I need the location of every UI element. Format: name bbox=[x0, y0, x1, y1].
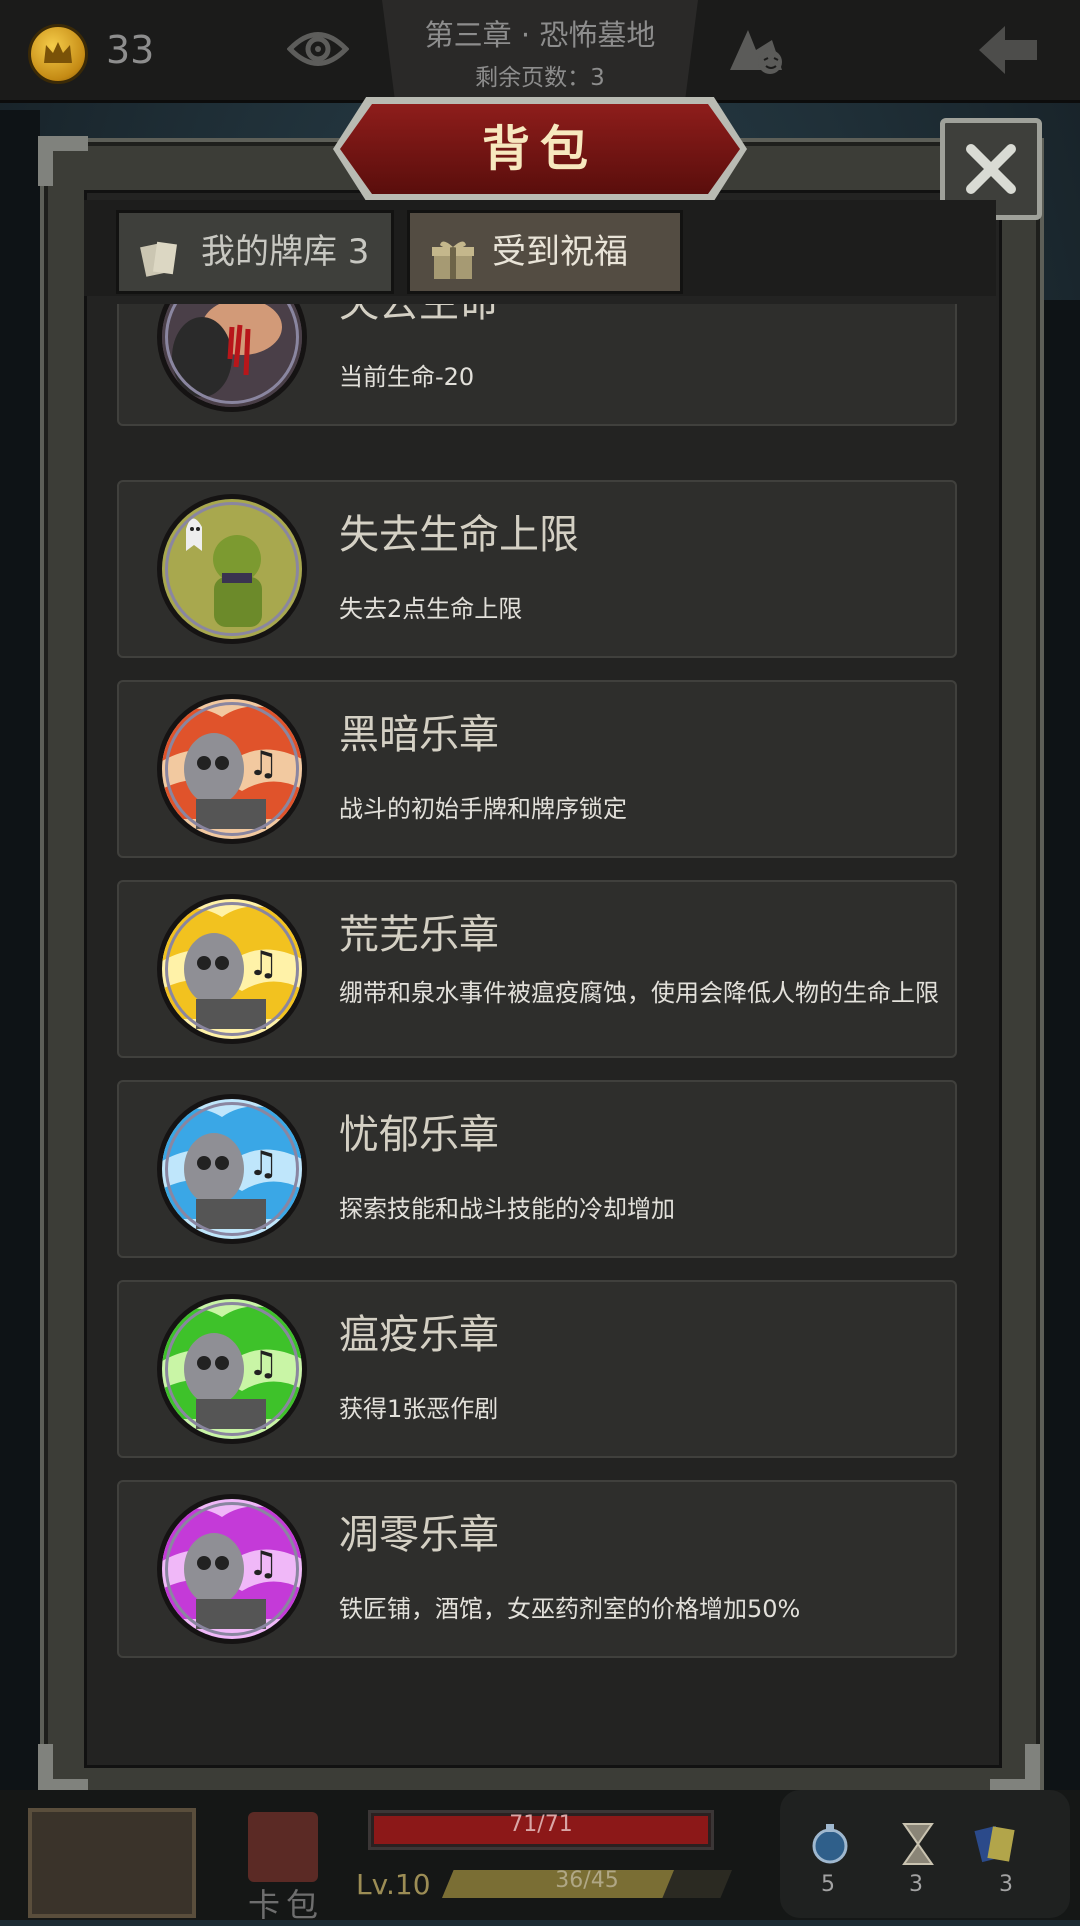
xp-text: 36/45 bbox=[555, 1868, 619, 1893]
treasure-chest-icon[interactable] bbox=[28, 1808, 196, 1918]
blessing-name: 黑暗乐章 bbox=[339, 712, 499, 758]
list-item[interactable]: ♫ 凋零乐章 铁匠铺，酒馆，女巫药剂室的价格增加50% bbox=[117, 1480, 957, 1658]
cards-icon bbox=[139, 231, 183, 309]
back-arrow-icon[interactable] bbox=[975, 22, 1041, 82]
cards-stack-icon[interactable] bbox=[974, 1822, 1018, 1870]
list-item[interactable]: 失去生命 当前生命-20 bbox=[117, 304, 957, 426]
tab-my-deck[interactable]: 我的牌库 3 bbox=[116, 210, 394, 294]
pages-remaining: 剩余页数：3 bbox=[475, 65, 605, 91]
blessing-name: 失去生命 bbox=[339, 304, 499, 328]
potion-icon[interactable] bbox=[808, 1822, 852, 1870]
bleeding-arm-icon bbox=[157, 304, 307, 412]
level-label: Lv.10 bbox=[356, 1868, 431, 1901]
coin-count: 33 bbox=[106, 28, 155, 72]
panel-title: 背包 bbox=[481, 121, 598, 177]
portrait-ring bbox=[165, 902, 299, 1036]
blessing-list[interactable]: 失去生命 当前生命-20 失去生命上限 失去2点生命上限 bbox=[117, 304, 959, 1674]
chapter-banner: 第三章 · 恐怖墓地 剩余页数：3 bbox=[382, 0, 698, 98]
tab-my-deck-label: 我的牌库 3 bbox=[201, 232, 370, 272]
skull-organ-yellow-icon: ♫ bbox=[157, 894, 307, 1044]
list-item[interactable]: 失去生命上限 失去2点生命上限 bbox=[117, 480, 957, 658]
blessing-name: 荒芜乐章 bbox=[339, 912, 499, 958]
list-item[interactable]: ♫ 黑暗乐章 战斗的初始手牌和牌序锁定 bbox=[117, 680, 957, 858]
skull-organ-green-icon: ♫ bbox=[157, 1294, 307, 1444]
list-item[interactable]: ♫ 瘟疫乐章 获得1张恶作剧 bbox=[117, 1280, 957, 1458]
blessing-name: 失去生命上限 bbox=[339, 512, 579, 558]
portrait-ring bbox=[165, 702, 299, 836]
skull-organ-purple-icon: ♫ bbox=[157, 1494, 307, 1644]
hp-text: 71/71 bbox=[509, 1812, 573, 1837]
skull-organ-red-icon: ♫ bbox=[157, 694, 307, 844]
blessing-desc: 当前生命-20 bbox=[339, 363, 475, 391]
eye-icon[interactable] bbox=[286, 26, 350, 76]
portrait-ring bbox=[165, 502, 299, 636]
ghost-orc-icon bbox=[157, 494, 307, 644]
tab-blessings[interactable]: 受到祝福 13 bbox=[407, 210, 683, 350]
skull-organ-blue-icon: ♫ bbox=[157, 1094, 307, 1244]
blessing-desc: 失去2点生命上限 bbox=[339, 595, 523, 623]
hourglass-count: 3 bbox=[909, 1872, 923, 1897]
portrait-ring bbox=[165, 1502, 299, 1636]
list-item[interactable]: ♫ 忧郁乐章 探索技能和战斗技能的冷却增加 bbox=[117, 1080, 957, 1258]
blessing-desc: 战斗的初始手牌和牌序锁定 bbox=[339, 795, 627, 823]
blessing-desc: 绷带和泉水事件被瘟疫腐蚀，使用会降低人物的生命上限 bbox=[339, 979, 939, 1007]
tree-silhouette-left bbox=[0, 110, 40, 1810]
close-icon bbox=[966, 144, 1016, 194]
list-item[interactable]: ♫ 荒芜乐章 绷带和泉水事件被瘟疫腐蚀，使用会降低人物的生命上限 bbox=[117, 880, 957, 1058]
hourglass-icon[interactable] bbox=[898, 1822, 938, 1870]
blessing-name: 凋零乐章 bbox=[339, 1512, 499, 1558]
cards-count: 3 bbox=[999, 1872, 1013, 1897]
witch-hat-icon[interactable] bbox=[726, 20, 790, 82]
chapter-title: 第三章 · 恐怖墓地 bbox=[424, 18, 656, 52]
blessing-desc: 探索技能和战斗技能的冷却增加 bbox=[339, 1195, 675, 1223]
blessing-desc: 获得1张恶作剧 bbox=[339, 1395, 499, 1423]
card-bag-label[interactable]: 卡包 bbox=[248, 1880, 324, 1926]
blessing-desc: 铁匠铺，酒馆，女巫药剂室的价格增加50% bbox=[339, 1595, 801, 1623]
blessing-name: 忧郁乐章 bbox=[339, 1112, 499, 1158]
blessing-name: 瘟疫乐章 bbox=[339, 1312, 499, 1358]
gift-icon bbox=[430, 231, 476, 309]
potion-count: 5 bbox=[821, 1872, 835, 1897]
card-bag-icon[interactable] bbox=[248, 1812, 318, 1882]
portrait-ring bbox=[165, 1102, 299, 1236]
portrait-ring bbox=[165, 1302, 299, 1436]
crown-coin-icon bbox=[28, 24, 88, 84]
